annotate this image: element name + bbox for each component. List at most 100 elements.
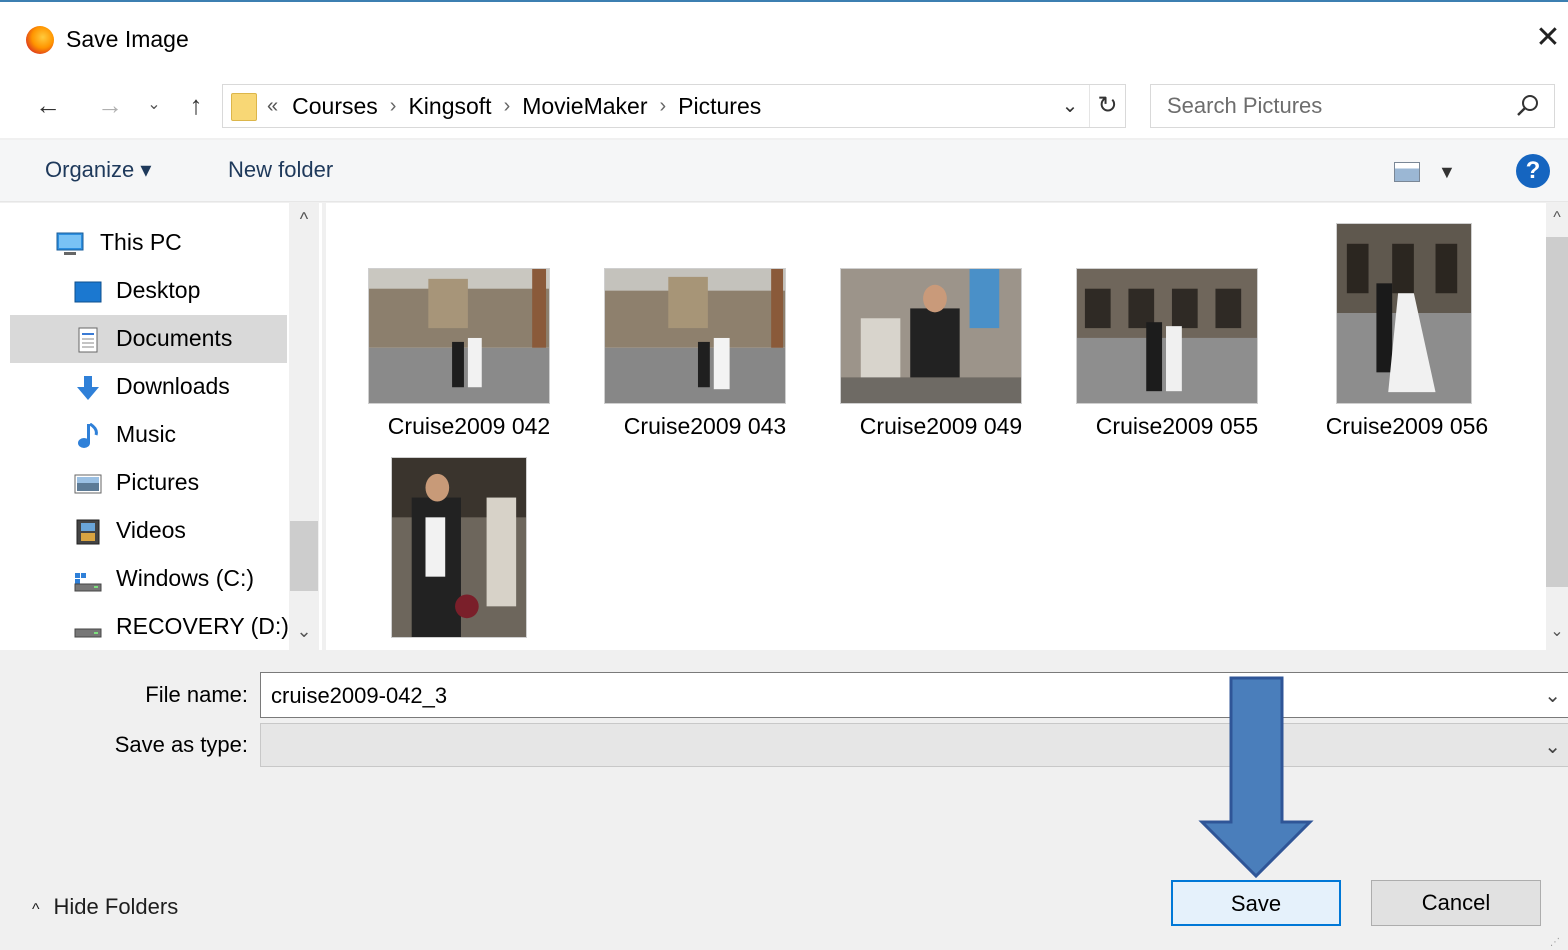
image-thumbnail	[604, 268, 786, 404]
sidebar-item-windows-c[interactable]: Windows (C:)	[10, 555, 287, 603]
breadcrumb-overflow[interactable]: «	[267, 85, 292, 127]
sidebar-item-label: Downloads	[116, 373, 230, 399]
scroll-down-icon[interactable]: ⌄	[289, 621, 319, 642]
scroll-down-icon[interactable]: ⌄	[1546, 621, 1568, 641]
sidebar-item-pictures[interactable]: Pictures	[10, 459, 287, 507]
image-thumbnail	[1336, 223, 1472, 404]
breadcrumb-pictures[interactable]: Pictures	[678, 85, 761, 127]
breadcrumb-separator-icon[interactable]: ›	[492, 85, 523, 127]
file-name-label: File name:	[145, 682, 248, 707]
address-bar[interactable]: « Courses › Kingsoft › MovieMaker › Pict…	[222, 84, 1126, 128]
scrollbar-thumb[interactable]	[1546, 237, 1568, 587]
file-name-label: Cruise2009 055	[1095, 413, 1259, 439]
title-bar: Save Image ✕	[0, 2, 1568, 74]
sidebar-item-this-pc[interactable]: This PC	[10, 219, 287, 267]
file-name-field[interactable]: ⌄	[260, 672, 1568, 718]
image-thumbnail	[391, 457, 527, 638]
organize-button[interactable]: Organize ▾	[45, 152, 151, 188]
save-image-dialog: Save Image ✕ ← → ⌄ ↑ « Courses › Kingsof…	[0, 0, 1568, 950]
file-name-label: Cruise2009 056	[1325, 413, 1489, 439]
recent-locations-button[interactable]: ⌄	[142, 88, 166, 122]
arrow-right-icon: →	[97, 90, 123, 120]
music-icon	[78, 423, 98, 448]
chevron-down-icon[interactable]: ⌄	[1544, 683, 1561, 708]
chevron-up-icon: ^	[32, 901, 40, 918]
file-name-label: Cruise2009 043	[623, 413, 787, 439]
sidebar-item-label: This PC	[100, 229, 182, 255]
help-icon[interactable]: ?	[1516, 154, 1550, 188]
resize-grip-icon[interactable]: ⋰	[1550, 937, 1564, 949]
sidebar-item-music[interactable]: Music	[10, 411, 287, 459]
save-as-type-label: Save as type:	[114, 732, 248, 757]
image-thumbnail	[840, 268, 1022, 404]
sidebar-item-recovery-d[interactable]: RECOVERY (D:)	[10, 603, 289, 651]
hide-folders-button[interactable]: ^ Hide Folders	[32, 894, 178, 920]
file-name-input[interactable]	[271, 681, 1511, 711]
image-thumbnail	[1076, 268, 1258, 404]
close-button[interactable]: ✕	[1528, 18, 1568, 58]
save-as-type-select[interactable]: ⌄	[260, 723, 1568, 767]
view-options-dropdown-icon[interactable]: ▼	[1438, 154, 1456, 190]
refresh-icon: ↻	[1097, 92, 1118, 119]
firefox-icon	[26, 26, 54, 54]
sidebar-item-label: Pictures	[116, 469, 200, 495]
scroll-up-icon[interactable]: ^	[1546, 209, 1568, 227]
sidebar-item-label: Desktop	[116, 277, 201, 303]
breadcrumb: « Courses › Kingsoft › MovieMaker › Pict…	[267, 85, 761, 127]
hide-folders-label: Hide Folders	[53, 894, 179, 919]
command-bar: Organize ▾ New folder ▼ ?	[0, 140, 1568, 202]
arrow-up-icon: ↑	[189, 90, 203, 120]
folder-icon	[231, 93, 257, 121]
search-box[interactable]	[1150, 84, 1555, 128]
cancel-button[interactable]: Cancel	[1371, 880, 1541, 926]
refresh-button[interactable]: ↻	[1089, 85, 1125, 127]
videos-icon	[76, 519, 100, 545]
sidebar-item-label: Windows (C:)	[116, 565, 255, 591]
documents-icon	[78, 327, 98, 353]
file-name-label: Cruise2009 042	[387, 413, 551, 439]
breadcrumb-separator-icon[interactable]: ›	[378, 85, 409, 127]
search-input[interactable]	[1167, 91, 1497, 121]
search-icon[interactable]	[1513, 91, 1543, 121]
new-folder-button[interactable]: New folder	[228, 152, 333, 188]
address-row: ← → ⌄ ↑ « Courses › Kingsoft › MovieMake…	[0, 74, 1568, 138]
sidebar-item-label: Music	[116, 421, 177, 447]
drive-c-icon	[74, 573, 102, 592]
breadcrumb-separator-icon[interactable]: ›	[648, 85, 679, 127]
back-button[interactable]: ←	[30, 88, 66, 122]
desktop-icon	[74, 281, 102, 303]
navigation-pane: This PC Desktop Documents Downloads Musi…	[0, 203, 322, 650]
dialog-title: Save Image	[66, 26, 189, 52]
save-button[interactable]: Save	[1171, 880, 1341, 926]
change-view-icon[interactable]	[1394, 162, 1420, 182]
breadcrumb-moviemaker[interactable]: MovieMaker	[522, 85, 647, 127]
address-dropdown-button[interactable]: ⌄	[1053, 85, 1087, 127]
downloads-icon	[77, 376, 99, 400]
sidebar-item-label: Videos	[116, 517, 186, 543]
computer-icon	[56, 232, 84, 255]
breadcrumb-courses[interactable]: Courses	[292, 85, 378, 127]
file-name-label: Cruise2009 049	[859, 413, 1023, 439]
sidebar-item-label: Documents	[116, 325, 233, 351]
sidebar-item-documents[interactable]: Documents	[10, 315, 287, 363]
sidebar-item-desktop[interactable]: Desktop	[10, 267, 287, 315]
sidebar-item-videos[interactable]: Videos	[10, 507, 287, 555]
forward-button[interactable]: →	[92, 88, 128, 122]
chevron-down-icon: ⌄	[1061, 95, 1079, 117]
arrow-left-icon: ←	[35, 90, 61, 120]
navigation-scrollbar[interactable]: ^ ⌄	[289, 203, 319, 650]
pictures-icon	[74, 474, 102, 494]
drive-d-icon	[74, 628, 102, 638]
sidebar-item-label: RECOVERY (D:)	[116, 613, 289, 639]
up-button[interactable]: ↑	[178, 88, 214, 122]
file-list-scrollbar[interactable]: ^ ⌄	[1546, 203, 1568, 650]
chevron-down-icon: ⌄	[147, 96, 161, 113]
down-arrow-annotation-icon	[1198, 676, 1314, 878]
sidebar-item-downloads[interactable]: Downloads	[10, 363, 287, 411]
chevron-down-icon[interactable]: ⌄	[1544, 734, 1561, 759]
image-thumbnail	[368, 268, 550, 404]
scrollbar-thumb[interactable]	[290, 521, 318, 591]
file-list: Cruise2009 042 Cruise2009 043 Cruise2009…	[326, 203, 1568, 650]
scroll-up-icon[interactable]: ^	[289, 209, 319, 230]
breadcrumb-kingsoft[interactable]: Kingsoft	[408, 85, 491, 127]
